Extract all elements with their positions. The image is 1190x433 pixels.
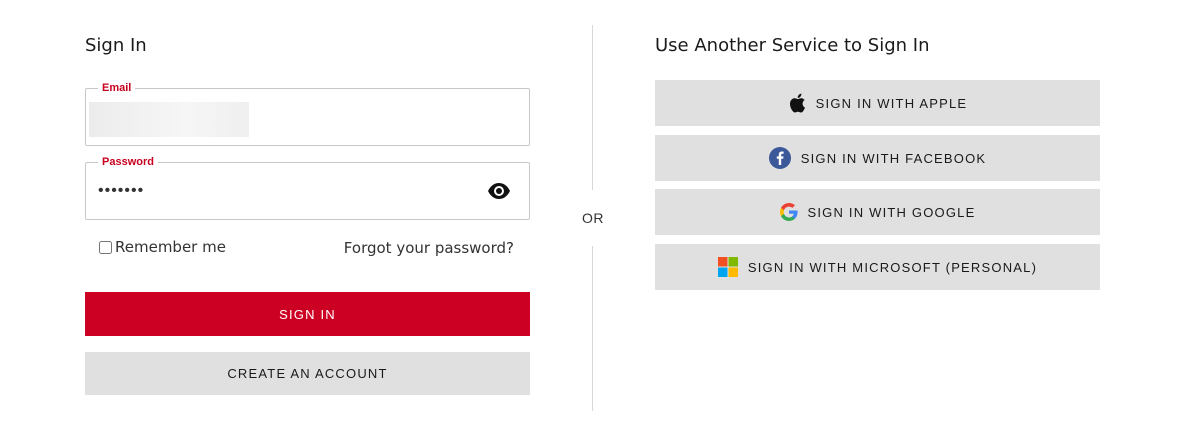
sign-in-button[interactable]: SIGN IN [85,292,530,336]
password-value[interactable]: ••••••• [98,181,144,201]
services-heading: Use Another Service to Sign In [655,35,930,56]
remember-me[interactable]: Remember me [99,238,226,256]
facebook-button-label: SIGN IN WITH FACEBOOK [800,150,987,166]
facebook-icon [768,147,791,169]
sign-in-microsoft-button[interactable]: SIGN IN WITH MICROSOFT (PERSONAL) [655,244,1100,290]
eye-icon[interactable] [487,181,511,201]
sign-in-facebook-button[interactable]: SIGN IN WITH FACEBOOK [655,135,1100,181]
apple-icon [788,93,806,113]
remember-me-checkbox[interactable] [99,240,112,254]
microsoft-button-label: SIGN IN WITH MICROSOFT (PERSONAL) [747,259,1038,275]
sign-in-apple-button[interactable]: SIGN IN WITH APPLE [655,80,1100,126]
forgot-password-link[interactable]: Forgot your password? [344,239,514,257]
password-field[interactable]: Password ••••••• [85,155,530,220]
apple-button-label: SIGN IN WITH APPLE [815,95,968,111]
or-label: OR [582,210,604,226]
email-value[interactable] [89,102,249,137]
google-icon [779,203,798,221]
create-account-button[interactable]: CREATE AN ACCOUNT [85,352,530,395]
email-label: Email [98,81,136,95]
remember-me-label: Remember me [115,238,226,256]
divider-line-top [592,25,593,190]
sign-in-google-button[interactable]: SIGN IN WITH GOOGLE [655,189,1100,235]
google-button-label: SIGN IN WITH GOOGLE [807,204,976,220]
sign-in-heading: Sign In [85,35,147,56]
password-label: Password [98,155,158,169]
microsoft-icon [717,257,738,277]
email-field[interactable]: Email [85,81,530,146]
divider-line-bottom [592,246,593,411]
